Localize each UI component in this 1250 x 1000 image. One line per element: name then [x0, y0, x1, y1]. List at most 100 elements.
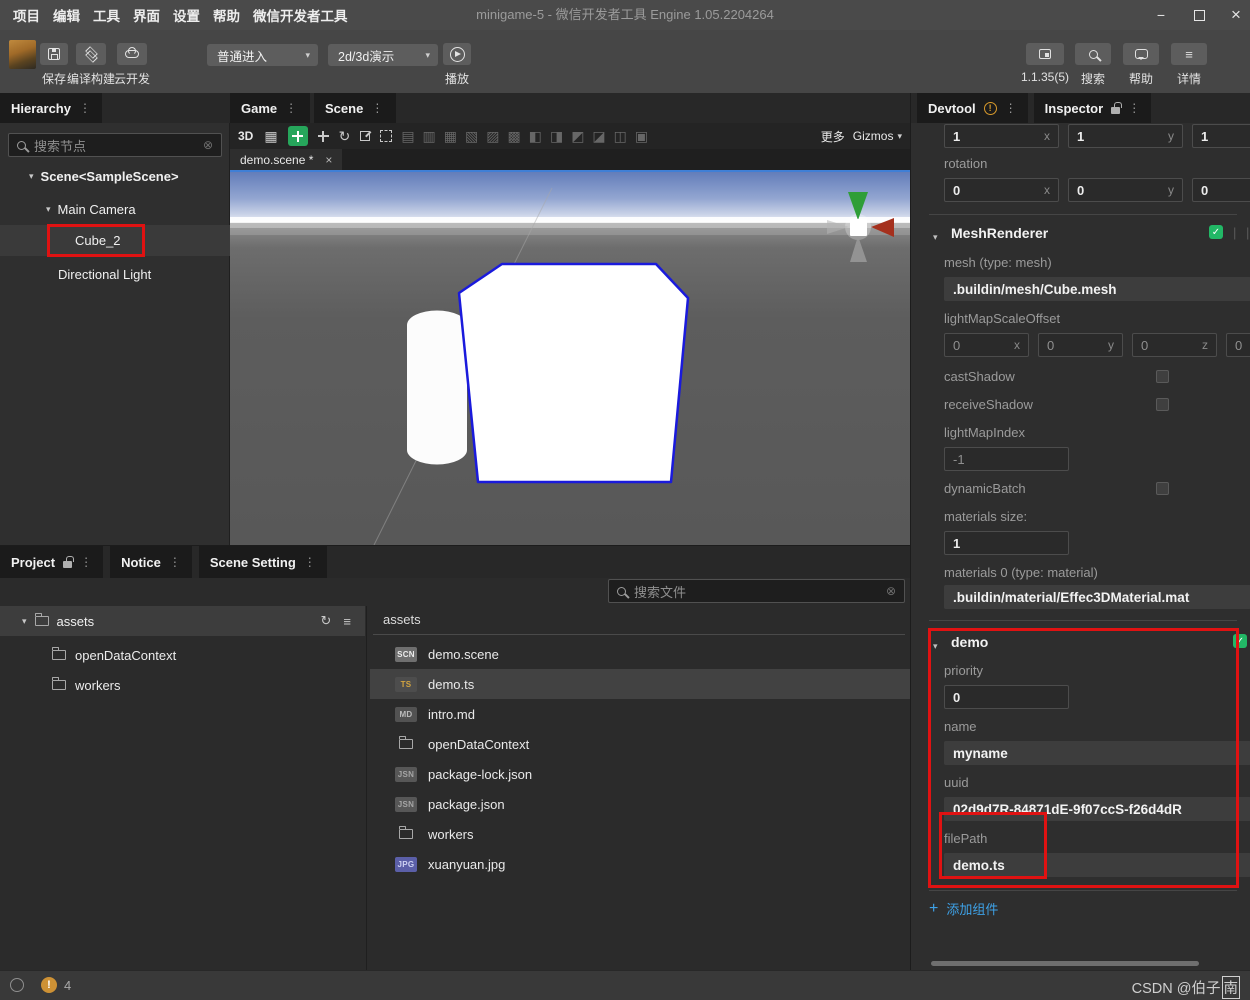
rotate-tool-button[interactable]: ↻ [339, 128, 351, 145]
rotation-z-field[interactable]: 0z [1192, 178, 1250, 202]
tree-item-main-camera[interactable]: ▾ Main Camera [0, 194, 230, 225]
menu-tools[interactable]: 工具 [93, 5, 120, 25]
tree-row-workers[interactable]: workers [52, 671, 121, 699]
chevron-down-icon[interactable]: ▾ [46, 204, 51, 215]
enter-mode-dropdown[interactable]: 普通进入 ▾ [207, 44, 318, 66]
asset-row-opendatacontext[interactable]: openDataContext [370, 729, 910, 759]
tab-scene[interactable]: Scene ⋮ [314, 93, 396, 123]
search-button[interactable] [1075, 43, 1111, 65]
scene-viewport[interactable] [230, 170, 910, 546]
add-component-button[interactable]: + 添加组件 [929, 899, 998, 918]
layout-grid-icon[interactable]: ◫ [614, 128, 627, 145]
grid-icon[interactable]: ▦ [264, 128, 277, 145]
align-bottom-icon[interactable]: ▦ [444, 128, 457, 145]
file-search-input[interactable]: 搜索文件 ⊗ [608, 579, 905, 603]
tab-notice[interactable]: Notice ⋮ [110, 546, 192, 578]
menu-help[interactable]: 帮助 [213, 5, 240, 25]
gizmo-center-cube[interactable] [850, 219, 867, 236]
tab-project[interactable]: Project ⋮ [0, 546, 104, 578]
tab-devtool[interactable]: Devtool ! ⋮ [917, 93, 1028, 123]
snap-icon[interactable]: ▣ [635, 128, 648, 145]
menu-dots-icon[interactable]: ⋮ [1005, 101, 1017, 115]
tab-game[interactable]: Game ⋮ [230, 93, 310, 123]
rotation-x-field[interactable]: 0x [944, 178, 1059, 202]
dynamicbatch-checkbox[interactable] [1156, 482, 1169, 495]
name-field[interactable]: myname [944, 741, 1250, 765]
meshrenderer-enabled-checkbox[interactable]: ✓ [1209, 225, 1223, 239]
lightmapindex-field[interactable]: -1 [944, 447, 1069, 471]
materials-size-field[interactable]: 1 [944, 531, 1069, 555]
tree-item-scene[interactable]: ▾ Scene<SampleScene> [0, 161, 230, 192]
menu-dots-icon[interactable]: ⋮ [1128, 101, 1140, 115]
asset-row-intro-md[interactable]: MD intro.md [370, 699, 910, 729]
materials0-value-field[interactable]: .buildin/material/Effec3DMaterial.mat [944, 585, 1250, 609]
gizmos-button[interactable]: Gizmos [853, 129, 894, 143]
minimize-button[interactable]: − [1146, 0, 1176, 30]
tree-row-assets-root[interactable]: ▾ assets ↻ ≡ [0, 606, 365, 636]
asset-row-demo-ts[interactable]: TS demo.ts [370, 669, 910, 699]
menu-settings[interactable]: 设置 [173, 5, 200, 25]
align-left-icon[interactable]: ▧ [465, 128, 478, 145]
scale-y-field[interactable]: 1y [1068, 124, 1183, 148]
unlock-icon[interactable] [63, 555, 75, 568]
scene-mode-dropdown[interactable]: 2d/3d演示 ▾ [328, 44, 438, 66]
tab-inspector[interactable]: Inspector ⋮ [1033, 93, 1152, 123]
tree-row-opendatacontext[interactable]: openDataContext [52, 641, 176, 669]
scale-x-field[interactable]: 1x [944, 124, 1059, 148]
lmso-w-field[interactable]: 0w [1226, 333, 1250, 357]
asset-row-xuanyuan-jpg[interactable]: JPG xuanyuan.jpg [370, 849, 910, 879]
menu-dots-icon[interactable]: ⋮ [285, 101, 297, 115]
mesh-value-field[interactable]: .buildin/mesh/Cube.mesh [944, 277, 1250, 301]
list-menu-icon[interactable]: ≡ [343, 614, 351, 629]
cube-object-selected[interactable] [457, 262, 690, 484]
close-icon[interactable]: × [325, 153, 332, 167]
stretch-v-icon[interactable]: ◪ [592, 128, 605, 145]
cylinder-object[interactable] [407, 310, 467, 465]
lmso-y-field[interactable]: 0y [1038, 333, 1123, 357]
align-right-icon[interactable]: ▩ [507, 128, 520, 145]
priority-field[interactable]: 0 [944, 685, 1069, 709]
asset-row-workers[interactable]: workers [370, 819, 910, 849]
rotation-y-field[interactable]: 0y [1068, 178, 1183, 202]
chevron-down-icon[interactable]: ▾ [22, 616, 27, 627]
menu-dots-icon[interactable]: ⋮ [79, 101, 91, 115]
menu-dots-icon[interactable]: ⋮ [169, 555, 181, 569]
play-button[interactable] [443, 43, 471, 65]
maximize-button[interactable] [1184, 0, 1214, 30]
align-top-icon[interactable]: ▤ [401, 128, 414, 145]
uuid-field[interactable]: 02d9d7R-84871dE-9f07ccS-f26d4dR [944, 797, 1250, 821]
more-button[interactable]: 更多 [821, 128, 845, 145]
menu-wechat-devtools[interactable]: 微信开发者工具 [253, 5, 348, 25]
menu-project[interactable]: 项目 [13, 5, 40, 25]
align-middle-icon[interactable]: ▥ [423, 128, 436, 145]
unlock-icon[interactable] [1111, 101, 1123, 114]
castshadow-checkbox[interactable] [1156, 370, 1169, 383]
tree-item-directional-light[interactable]: Directional Light [0, 259, 230, 290]
menu-edit[interactable]: 编辑 [53, 5, 80, 25]
clear-icon[interactable]: ⊗ [203, 138, 213, 152]
clear-icon[interactable]: ⊗ [886, 584, 896, 598]
align-center-icon[interactable]: ▨ [486, 128, 499, 145]
translate-tool-button[interactable] [317, 130, 329, 142]
build-button[interactable] [76, 43, 106, 65]
version-button[interactable] [1026, 43, 1064, 65]
collapse-arrow-icon[interactable]: ▾ [933, 641, 938, 652]
rect-tool-button[interactable] [380, 130, 393, 142]
demo-enabled-checkbox[interactable]: ✓ [1233, 634, 1247, 648]
asset-row-package-json[interactable]: JSN package.json [370, 789, 910, 819]
lmso-x-field[interactable]: 0x [944, 333, 1029, 357]
menu-dots-icon[interactable]: ⋮ [80, 555, 92, 569]
user-avatar[interactable] [9, 40, 36, 69]
save-button[interactable] [40, 43, 68, 65]
receiveshadow-checkbox[interactable] [1156, 398, 1169, 411]
scale-z-field[interactable]: 1z [1192, 124, 1250, 148]
tab-scene-setting[interactable]: Scene Setting ⋮ [198, 546, 327, 578]
node-search-input[interactable]: 搜索节点 ⊗ [8, 133, 222, 157]
close-button[interactable]: × [1221, 0, 1250, 30]
filepath-field[interactable]: demo.ts [944, 853, 1250, 877]
move-tool-active-button[interactable] [287, 126, 308, 146]
asset-row-demo-scene[interactable]: SCN demo.scene [370, 639, 910, 669]
cloud-dev-button[interactable] [117, 43, 147, 65]
distribute-h-icon[interactable]: ◧ [529, 128, 542, 145]
tab-demo-scene[interactable]: demo.scene * × [230, 149, 343, 170]
